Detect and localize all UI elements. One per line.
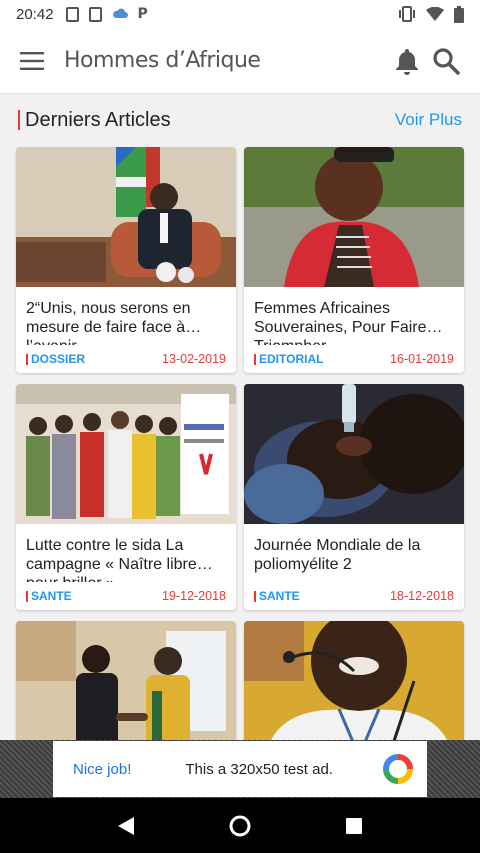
ad-logo-icon [383, 754, 413, 784]
cloud-icon [112, 8, 128, 18]
article-date: 13-02-2019 [162, 352, 226, 366]
article-card[interactable]: Femmes Africaines Souveraines, Pour Fair… [244, 147, 464, 373]
article-category: DOSSIER [31, 352, 86, 366]
status-bar: 20:42 P [0, 0, 480, 28]
section-accent-bar [18, 110, 20, 130]
menu-button[interactable] [0, 28, 64, 94]
hamburger-menu-icon [20, 51, 44, 70]
article-image [16, 384, 236, 524]
section-title: Derniers Articles [25, 108, 171, 131]
back-icon[interactable] [116, 815, 136, 837]
category-accent-bar [26, 353, 28, 365]
article-category: EDITORIAL [259, 352, 324, 366]
parking-p-icon: P [137, 6, 148, 22]
vibrate-icon [399, 6, 415, 22]
status-time: 20:42 [16, 5, 54, 23]
home-icon[interactable] [228, 814, 252, 838]
system-nav-bar [0, 798, 480, 853]
app-bar: Hommes d’Afrique [0, 28, 480, 94]
article-image [244, 147, 464, 287]
article-category: SANTE [31, 589, 72, 603]
battery-icon [454, 5, 464, 23]
ad-nice-job-label: Nice job! [73, 760, 132, 778]
article-card[interactable]: Journée Mondiale de la poliomyélite 2 SA… [244, 384, 464, 610]
category-accent-bar [26, 590, 28, 602]
notification-bell-icon[interactable] [394, 47, 420, 75]
article-image [244, 384, 464, 524]
section-header: Derniers Articles Voir Plus [0, 94, 480, 146]
article-date: 16-01-2019 [390, 352, 454, 366]
article-date: 18-12-2018 [390, 589, 454, 603]
article-card[interactable]: 2“Unis, nous serons en mesure de faire f… [16, 147, 236, 373]
article-title: Journée Mondiale de la poliomyélite 2 [254, 537, 421, 573]
wifi-icon [426, 7, 444, 21]
ad-banner[interactable]: Nice job! This a 320x50 test ad. [53, 741, 427, 797]
ad-text: This a 320x50 test ad. [185, 760, 333, 778]
status-system-icons [398, 5, 464, 23]
article-meta: SANTE 18-12-2018 [244, 582, 464, 603]
article-image [16, 147, 236, 287]
ad-banner-container: Nice job! This a 320x50 test ad. [0, 740, 480, 798]
article-title: Lutte contre le sida La campagne « Naîtr… [26, 537, 197, 582]
app-title: Hommes d’Afrique [64, 48, 261, 73]
article-meta: DOSSIER 13-02-2019 [16, 345, 236, 366]
article-meta: EDITORIAL 16-01-2019 [244, 345, 464, 366]
search-icon[interactable] [432, 47, 460, 75]
article-title: Femmes Africaines Souveraines, Pour Fair… [254, 300, 427, 345]
recents-icon[interactable] [344, 816, 364, 836]
status-notification-icons: P [65, 6, 148, 22]
article-card[interactable]: Lutte contre le sida La campagne « Naîtr… [16, 384, 236, 610]
article-meta: SANTE 19-12-2018 [16, 582, 236, 603]
sim-card-icon [88, 6, 102, 22]
clipboard-check-icon [65, 6, 79, 22]
article-date: 19-12-2018 [162, 589, 226, 603]
category-accent-bar [254, 590, 256, 602]
article-title: 2“Unis, nous serons en mesure de faire f… [26, 300, 191, 345]
voir-plus-link[interactable]: Voir Plus [395, 110, 462, 130]
category-accent-bar [254, 353, 256, 365]
article-category: SANTE [259, 589, 300, 603]
